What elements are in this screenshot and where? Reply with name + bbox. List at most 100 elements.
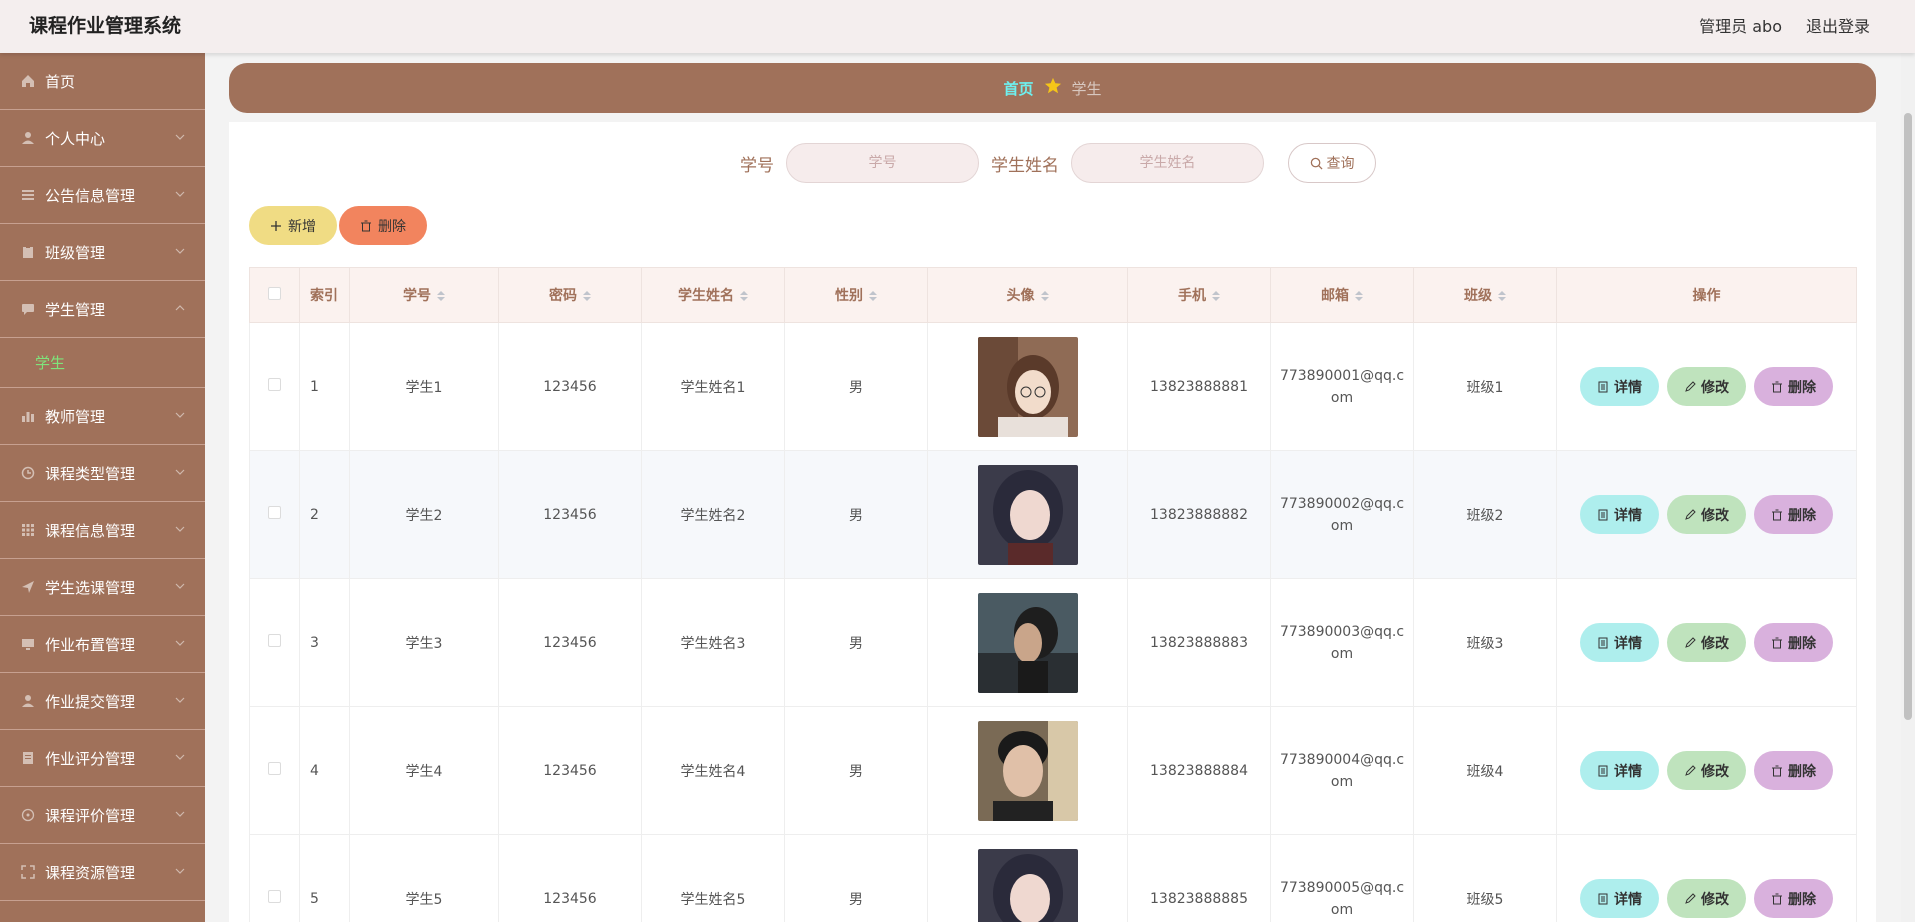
document-icon <box>20 751 35 766</box>
col-header-name[interactable]: 学生姓名 <box>641 267 785 323</box>
row-checkbox[interactable] <box>268 506 281 519</box>
sidebar-item-course-type[interactable]: 课程类型管理 <box>0 445 205 502</box>
sidebar-item-homework-score[interactable]: 作业评分管理 <box>0 730 205 787</box>
avatar-image[interactable] <box>977 464 1078 565</box>
scrollbar-thumb[interactable] <box>1904 113 1912 720</box>
col-header-email[interactable]: 邮箱 <box>1270 267 1414 323</box>
select-all-checkbox[interactable] <box>268 286 281 300</box>
remove-button[interactable]: 删除 <box>1754 879 1833 918</box>
remove-button[interactable]: 删除 <box>1754 623 1833 662</box>
edit-button[interactable]: 修改 <box>1667 495 1746 534</box>
remove-button[interactable]: 删除 <box>1754 751 1833 790</box>
col-header-class[interactable]: 班级 <box>1413 267 1557 323</box>
sidebar-item-student[interactable]: 学生管理 <box>0 281 205 338</box>
col-header-avatar[interactable]: 头像 <box>927 267 1128 323</box>
row-checkbox[interactable] <box>268 378 281 391</box>
row-select-cell[interactable] <box>249 834 300 922</box>
sidebar-item-course-select[interactable]: 学生选课管理 <box>0 559 205 616</box>
sort-icon[interactable] <box>1212 291 1220 301</box>
table-row: 5 学生5 123456 学生姓名5 男 13823888885 7738900… <box>249 834 1857 922</box>
col-header-password[interactable]: 密码 <box>498 267 642 323</box>
avatar-image[interactable] <box>977 720 1078 821</box>
avatar-image[interactable] <box>977 592 1078 693</box>
edit-button[interactable]: 修改 <box>1667 623 1746 662</box>
chevron-down-icon <box>175 526 185 532</box>
batch-delete-button[interactable]: 删除 <box>339 206 427 245</box>
remove-button[interactable]: 删除 <box>1754 367 1833 406</box>
cell-name: 学生姓名2 <box>641 450 785 579</box>
sidebar-item-teacher[interactable]: 教师管理 <box>0 388 205 445</box>
sidebar-item-homework-submit[interactable]: 作业提交管理 <box>0 673 205 730</box>
avatar-image[interactable] <box>977 336 1078 437</box>
page-scrollbar[interactable] <box>1901 53 1915 922</box>
detail-button[interactable]: 详情 <box>1580 367 1659 406</box>
row-select-cell[interactable] <box>249 578 300 707</box>
row-select-cell[interactable] <box>249 706 300 835</box>
monitor-icon <box>20 637 35 652</box>
chevron-down-icon <box>175 868 185 874</box>
remove-button[interactable]: 删除 <box>1754 495 1833 534</box>
col-header-id[interactable]: 学号 <box>349 267 499 323</box>
sort-icon[interactable] <box>1355 291 1363 301</box>
sidebar-item-label: 作业评分管理 <box>45 749 136 768</box>
col-header-gender[interactable]: 性别 <box>784 267 928 323</box>
edit-button[interactable]: 修改 <box>1667 751 1746 790</box>
delete-button-label: 删除 <box>378 217 406 234</box>
sort-icon[interactable] <box>583 291 591 301</box>
user-icon <box>20 131 35 146</box>
cell-actions: 详情 修改 删除 <box>1556 322 1857 451</box>
remove-button-label: 删除 <box>1788 379 1816 396</box>
cell-avatar <box>927 450 1128 579</box>
sidebar-item-personal[interactable]: 个人中心 <box>0 110 205 167</box>
chevron-down-icon <box>175 191 185 197</box>
row-select-cell[interactable] <box>249 450 300 579</box>
row-checkbox[interactable] <box>268 890 281 903</box>
sidebar-item-course-resource[interactable]: 课程资源管理 <box>0 844 205 901</box>
star-icon <box>1044 77 1062 99</box>
sidebar-item-homework-assign[interactable]: 作业布置管理 <box>0 616 205 673</box>
student-id-input[interactable] <box>786 143 979 183</box>
row-checkbox[interactable] <box>268 762 281 775</box>
sidebar-item-course-info[interactable]: 课程信息管理 <box>0 502 205 559</box>
table-row: 4 学生4 123456 学生姓名4 男 13823888884 7738900… <box>249 706 1857 835</box>
sidebar-item-label: 个人中心 <box>45 129 106 148</box>
avatar-image[interactable] <box>977 848 1078 922</box>
trash-icon <box>1772 893 1782 904</box>
sidebar-item-notice[interactable]: 公告信息管理 <box>0 167 205 224</box>
sidebar-item-class[interactable]: 班级管理 <box>0 224 205 281</box>
sort-icon[interactable] <box>869 291 877 301</box>
sidebar-item-course-review[interactable]: 课程评价管理 <box>0 787 205 844</box>
cell-password: 123456 <box>498 322 642 451</box>
student-name-input[interactable] <box>1071 143 1264 183</box>
breadcrumb-home[interactable]: 首页 <box>1003 78 1033 99</box>
detail-button[interactable]: 详情 <box>1580 495 1659 534</box>
detail-button[interactable]: 详情 <box>1580 623 1659 662</box>
sidebar-item-home[interactable]: 首页 <box>0 53 205 110</box>
sort-icon[interactable] <box>740 291 748 301</box>
sidebar-item-label: 课程资源管理 <box>45 863 136 882</box>
clipboard-icon <box>20 245 35 260</box>
edit-button[interactable]: 修改 <box>1667 367 1746 406</box>
clock-icon <box>20 466 35 481</box>
add-button[interactable]: 新增 <box>249 206 337 245</box>
row-select-cell[interactable] <box>249 322 300 451</box>
document-icon <box>1598 381 1608 392</box>
sort-icon[interactable] <box>437 291 445 301</box>
cell-email: 773890002@qq.com <box>1270 450 1414 579</box>
logout-link[interactable]: 退出登录 <box>1806 13 1870 37</box>
breadcrumb-current: 学生 <box>1071 79 1102 98</box>
cell-id: 学生3 <box>349 578 499 707</box>
detail-button[interactable]: 详情 <box>1580 879 1659 918</box>
detail-button[interactable]: 详情 <box>1580 751 1659 790</box>
select-all-cell[interactable] <box>249 267 300 323</box>
trash-icon <box>1772 509 1782 520</box>
query-button[interactable]: 查询 <box>1288 143 1376 183</box>
sort-icon[interactable] <box>1498 291 1506 301</box>
sidebar-subitem-student[interactable]: 学生 <box>0 338 205 388</box>
search-icon <box>1310 157 1323 170</box>
edit-button[interactable]: 修改 <box>1667 879 1746 918</box>
sort-icon[interactable] <box>1040 291 1049 301</box>
col-header-phone[interactable]: 手机 <box>1127 267 1271 323</box>
row-checkbox[interactable] <box>268 634 281 647</box>
cell-email: 773890003@qq.com <box>1270 578 1414 707</box>
